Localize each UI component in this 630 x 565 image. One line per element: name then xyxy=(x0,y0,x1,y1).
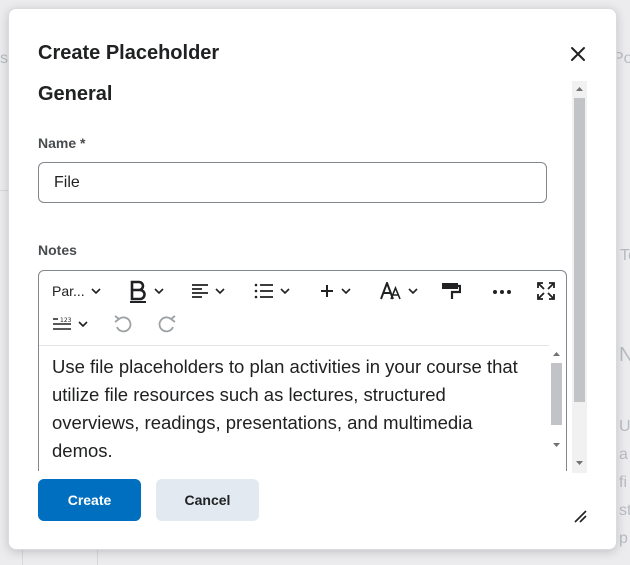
format-painter-icon xyxy=(442,283,461,299)
line-spacing-button[interactable]: 123 xyxy=(52,317,88,331)
bg-divider xyxy=(22,550,23,565)
name-label: Name * xyxy=(38,135,86,151)
bold-icon xyxy=(130,280,146,303)
dialog-content: General Name * Notes Par... xyxy=(9,81,589,471)
font-size-icon xyxy=(380,282,401,300)
more-icon xyxy=(493,290,511,294)
bold-button[interactable] xyxy=(128,279,164,303)
dialog-title: Create Placeholder xyxy=(38,42,220,64)
resize-grip-icon xyxy=(574,510,587,523)
section-heading-general: General xyxy=(38,83,113,105)
bg-divider xyxy=(0,190,8,191)
close-button[interactable] xyxy=(567,43,589,65)
close-icon xyxy=(571,47,585,61)
list-button[interactable] xyxy=(254,283,290,299)
create-button[interactable]: Create xyxy=(38,479,141,521)
bg-fragment: To xyxy=(620,247,630,264)
format-painter-button[interactable] xyxy=(441,282,461,300)
bg-fragment: a xyxy=(619,446,628,463)
bg-fragment: fi xyxy=(619,474,627,491)
notes-editor-content[interactable]: Use file placeholders to plan activities… xyxy=(52,353,532,465)
list-icon xyxy=(254,283,273,299)
chevron-down-icon xyxy=(78,321,88,327)
redo-button[interactable] xyxy=(157,314,177,334)
paragraph-format-dropdown[interactable]: Par... xyxy=(52,283,101,299)
line-spacing-icon: 123 xyxy=(53,317,72,330)
undo-button[interactable] xyxy=(113,314,133,334)
editor-scrollbar[interactable] xyxy=(549,347,564,471)
bg-fragment: p xyxy=(619,530,628,547)
notes-label: Notes xyxy=(38,242,77,258)
fullscreen-button[interactable] xyxy=(536,281,556,301)
create-placeholder-dialog: Create Placeholder General Name * Notes … xyxy=(8,8,617,550)
svg-text:123: 123 xyxy=(60,317,72,324)
insert-button[interactable] xyxy=(319,283,351,299)
undo-icon xyxy=(114,315,132,333)
bg-fragment: U xyxy=(619,418,630,435)
redo-icon xyxy=(158,315,176,333)
resize-handle[interactable] xyxy=(573,509,587,523)
dialog-scrollbar[interactable] xyxy=(572,81,587,473)
insert-plus-icon xyxy=(321,285,333,297)
name-input[interactable] xyxy=(38,162,547,203)
notes-editor: Par... 123 Use file placeholders to plan… xyxy=(38,270,567,471)
chevron-down-icon xyxy=(91,288,101,294)
chevron-down-icon xyxy=(408,288,418,294)
toolbar-divider xyxy=(39,345,549,346)
bg-divider xyxy=(97,550,98,565)
more-button[interactable] xyxy=(492,289,512,295)
cancel-button[interactable]: Cancel xyxy=(156,479,259,521)
align-icon xyxy=(192,284,208,298)
chevron-down-icon xyxy=(341,288,351,294)
fullscreen-icon xyxy=(537,282,555,300)
chevron-down-icon xyxy=(280,288,290,294)
chevron-down-icon xyxy=(215,288,225,294)
align-button[interactable] xyxy=(191,283,225,299)
font-size-button[interactable] xyxy=(380,282,418,300)
bg-fragment: N xyxy=(619,344,630,366)
chevron-down-icon xyxy=(154,288,164,294)
bg-fragment: st xyxy=(619,502,630,519)
paragraph-format-label: Par... xyxy=(52,283,85,299)
